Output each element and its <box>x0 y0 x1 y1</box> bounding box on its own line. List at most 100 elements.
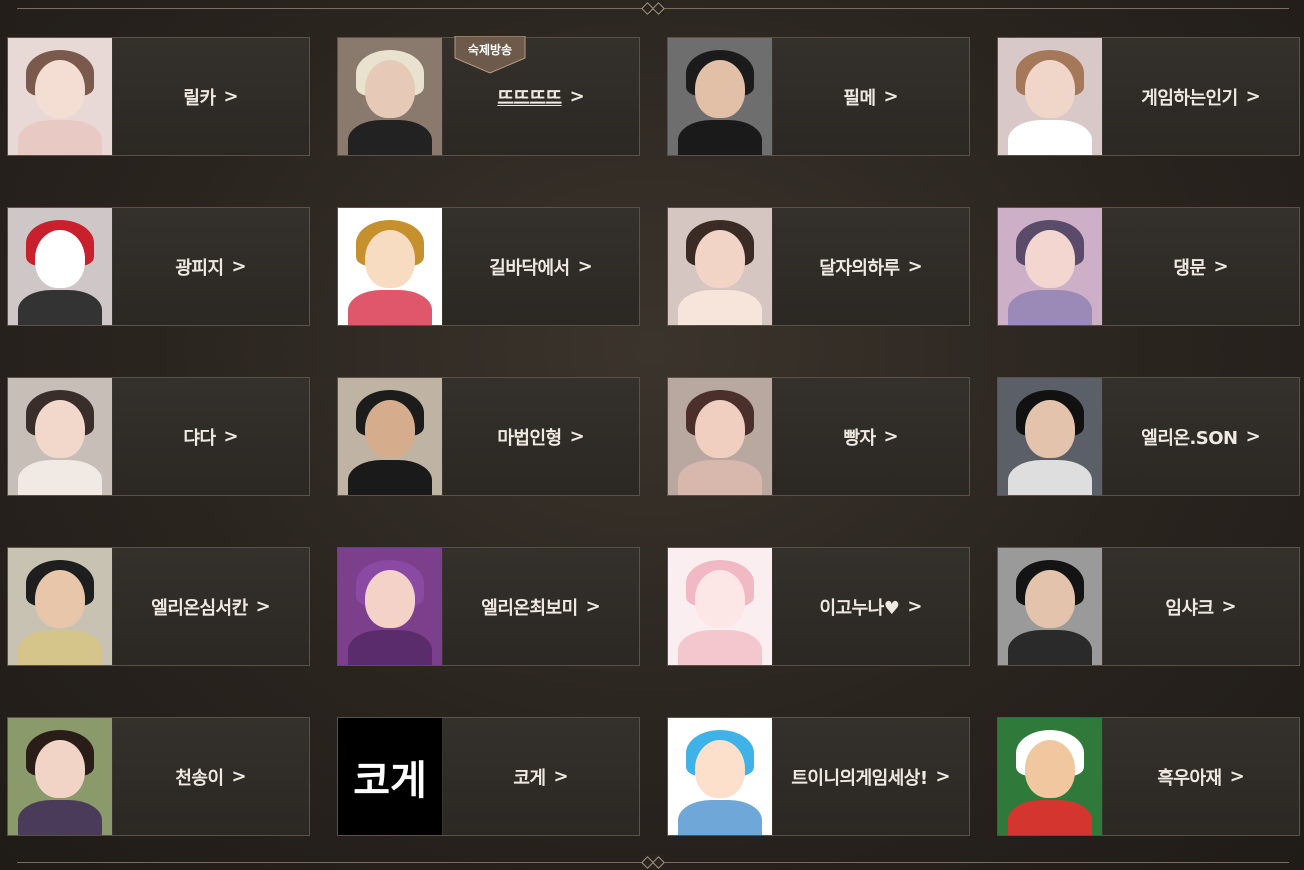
streamer-card[interactable]: 천송이 > <box>7 717 310 836</box>
avatar-body-shape <box>348 630 432 665</box>
streamer-card[interactable]: 마법인형 > <box>337 377 640 496</box>
chevron-right-icon: > <box>223 86 239 107</box>
streamer-card[interactable]: 길바닥에서 > <box>337 207 640 326</box>
avatar-face-shape <box>365 230 415 288</box>
streamer-avatar <box>668 718 773 835</box>
streamer-name: 마법인형 <box>497 427 562 449</box>
streamer-name-panel: 필메 > <box>773 38 969 155</box>
chevron-right-icon: > <box>935 766 951 787</box>
streamer-avatar <box>998 548 1103 665</box>
avatar-body-shape <box>18 290 102 325</box>
streamer-card[interactable]: 댜다 > <box>7 377 310 496</box>
streamer-name-panel: 흑우아재 > <box>1103 718 1299 835</box>
avatar-body-shape <box>1008 800 1092 835</box>
streamer-card[interactable]: 임샤크 > <box>997 547 1300 666</box>
chevron-right-icon: > <box>907 596 923 617</box>
avatar-body-shape <box>348 460 432 495</box>
streamer-name-panel: 엘리온.SON > <box>1103 378 1299 495</box>
streamer-avatar <box>998 208 1103 325</box>
top-ornament-icon <box>641 1 665 15</box>
streamer-avatar <box>338 378 443 495</box>
streamer-card[interactable]: 엘리온.SON > <box>997 377 1300 496</box>
streamer-avatar <box>998 38 1103 155</box>
streamer-name-panel: 트이니의게임세상! > <box>773 718 969 835</box>
avatar-body-shape <box>348 290 432 325</box>
streamer-card[interactable]: 이고누나♥ > <box>667 547 970 666</box>
streamer-name: 엘리온최보미 <box>481 597 578 619</box>
streamer-avatar <box>338 38 443 155</box>
streamer-name: 뜨뜨뜨뜨 <box>497 87 562 109</box>
streamer-card[interactable]: 달자의하루 > <box>667 207 970 326</box>
streamer-name-panel: 댕문 > <box>1103 208 1299 325</box>
chevron-right-icon: > <box>231 256 247 277</box>
streamer-avatar <box>998 378 1103 495</box>
chevron-right-icon: > <box>1229 766 1245 787</box>
avatar-face-shape <box>1025 230 1075 288</box>
streamer-name: 달자의하루 <box>819 257 900 279</box>
chevron-right-icon: > <box>569 86 585 107</box>
avatar-body-shape <box>678 630 762 665</box>
streamer-name-panel: 엘리온심서칸 > <box>113 548 309 665</box>
avatar-body-shape <box>1008 290 1092 325</box>
avatar-face-shape <box>695 60 745 118</box>
avatar-body-shape <box>348 120 432 155</box>
badge-label: 숙제방송 <box>467 43 513 57</box>
streamer-card[interactable]: 트이니의게임세상! > <box>667 717 970 836</box>
streamer-name: 트이니의게임세상! <box>791 767 928 789</box>
bottom-ornament-icon <box>641 855 665 869</box>
avatar-face-shape <box>365 570 415 628</box>
streamer-avatar <box>8 718 113 835</box>
streamer-name: 임샤크 <box>1165 597 1214 619</box>
streamer-card[interactable]: 엘리온최보미 > <box>337 547 640 666</box>
streamer-avatar <box>338 208 443 325</box>
streamer-name: 엘리온심서칸 <box>151 597 248 619</box>
avatar-face-shape <box>695 570 745 628</box>
streamer-avatar <box>8 38 113 155</box>
streamer-avatar: 코게 <box>338 718 443 835</box>
chevron-right-icon: > <box>907 256 923 277</box>
avatar-face-shape <box>1025 400 1075 458</box>
streamer-name: 흑우아재 <box>1157 767 1222 789</box>
streamer-avatar <box>8 208 113 325</box>
chevron-right-icon: > <box>883 426 899 447</box>
avatar-body-shape <box>1008 120 1092 155</box>
streamer-name-panel: 마법인형 > <box>443 378 639 495</box>
homework-stream-badge: 숙제방송 <box>454 36 526 74</box>
avatar-body-shape <box>18 460 102 495</box>
chevron-right-icon: > <box>231 766 247 787</box>
streamer-card[interactable]: 흑우아재 > <box>997 717 1300 836</box>
avatar-body-shape <box>678 120 762 155</box>
streamer-name-panel: 엘리온최보미 > <box>443 548 639 665</box>
avatar-face-shape <box>365 60 415 118</box>
streamer-card[interactable]: 빵자 > <box>667 377 970 496</box>
streamer-card[interactable]: 릴카 > <box>7 37 310 156</box>
streamer-card[interactable]: 뜨뜨뜨뜨 > 숙제방송 <box>337 36 640 156</box>
streamer-name-panel: 광피지 > <box>113 208 309 325</box>
streamer-card[interactable]: 댕문 > <box>997 207 1300 326</box>
avatar-face-shape <box>35 570 85 628</box>
streamer-name: 빵자 <box>843 427 876 449</box>
avatar-face-shape <box>35 400 85 458</box>
chevron-right-icon: > <box>883 86 899 107</box>
streamer-name: 코게 <box>513 767 546 789</box>
chevron-right-icon: > <box>1213 256 1229 277</box>
avatar-body-shape <box>678 460 762 495</box>
streamer-card[interactable]: 필메 > <box>667 37 970 156</box>
streamer-avatar <box>998 718 1103 835</box>
avatar-face-shape <box>1025 60 1075 118</box>
streamer-name: 릴카 <box>183 87 216 109</box>
streamer-card[interactable]: 코게 코게 > <box>337 717 640 836</box>
avatar-face-shape <box>695 740 745 798</box>
avatar-body-shape <box>1008 460 1092 495</box>
avatar-face-shape <box>1025 570 1075 628</box>
chevron-right-icon: > <box>223 426 239 447</box>
avatar-face-shape <box>695 230 745 288</box>
streamer-card[interactable]: 광피지 > <box>7 207 310 326</box>
streamer-name-panel: 코게 > <box>443 718 639 835</box>
streamer-card[interactable]: 엘리온심서칸 > <box>7 547 310 666</box>
avatar-face-shape <box>1025 740 1075 798</box>
chevron-right-icon: > <box>553 766 569 787</box>
streamer-card[interactable]: 게임하는인기 > <box>997 37 1300 156</box>
chevron-right-icon: > <box>585 596 601 617</box>
streamer-name-panel: 달자의하루 > <box>773 208 969 325</box>
